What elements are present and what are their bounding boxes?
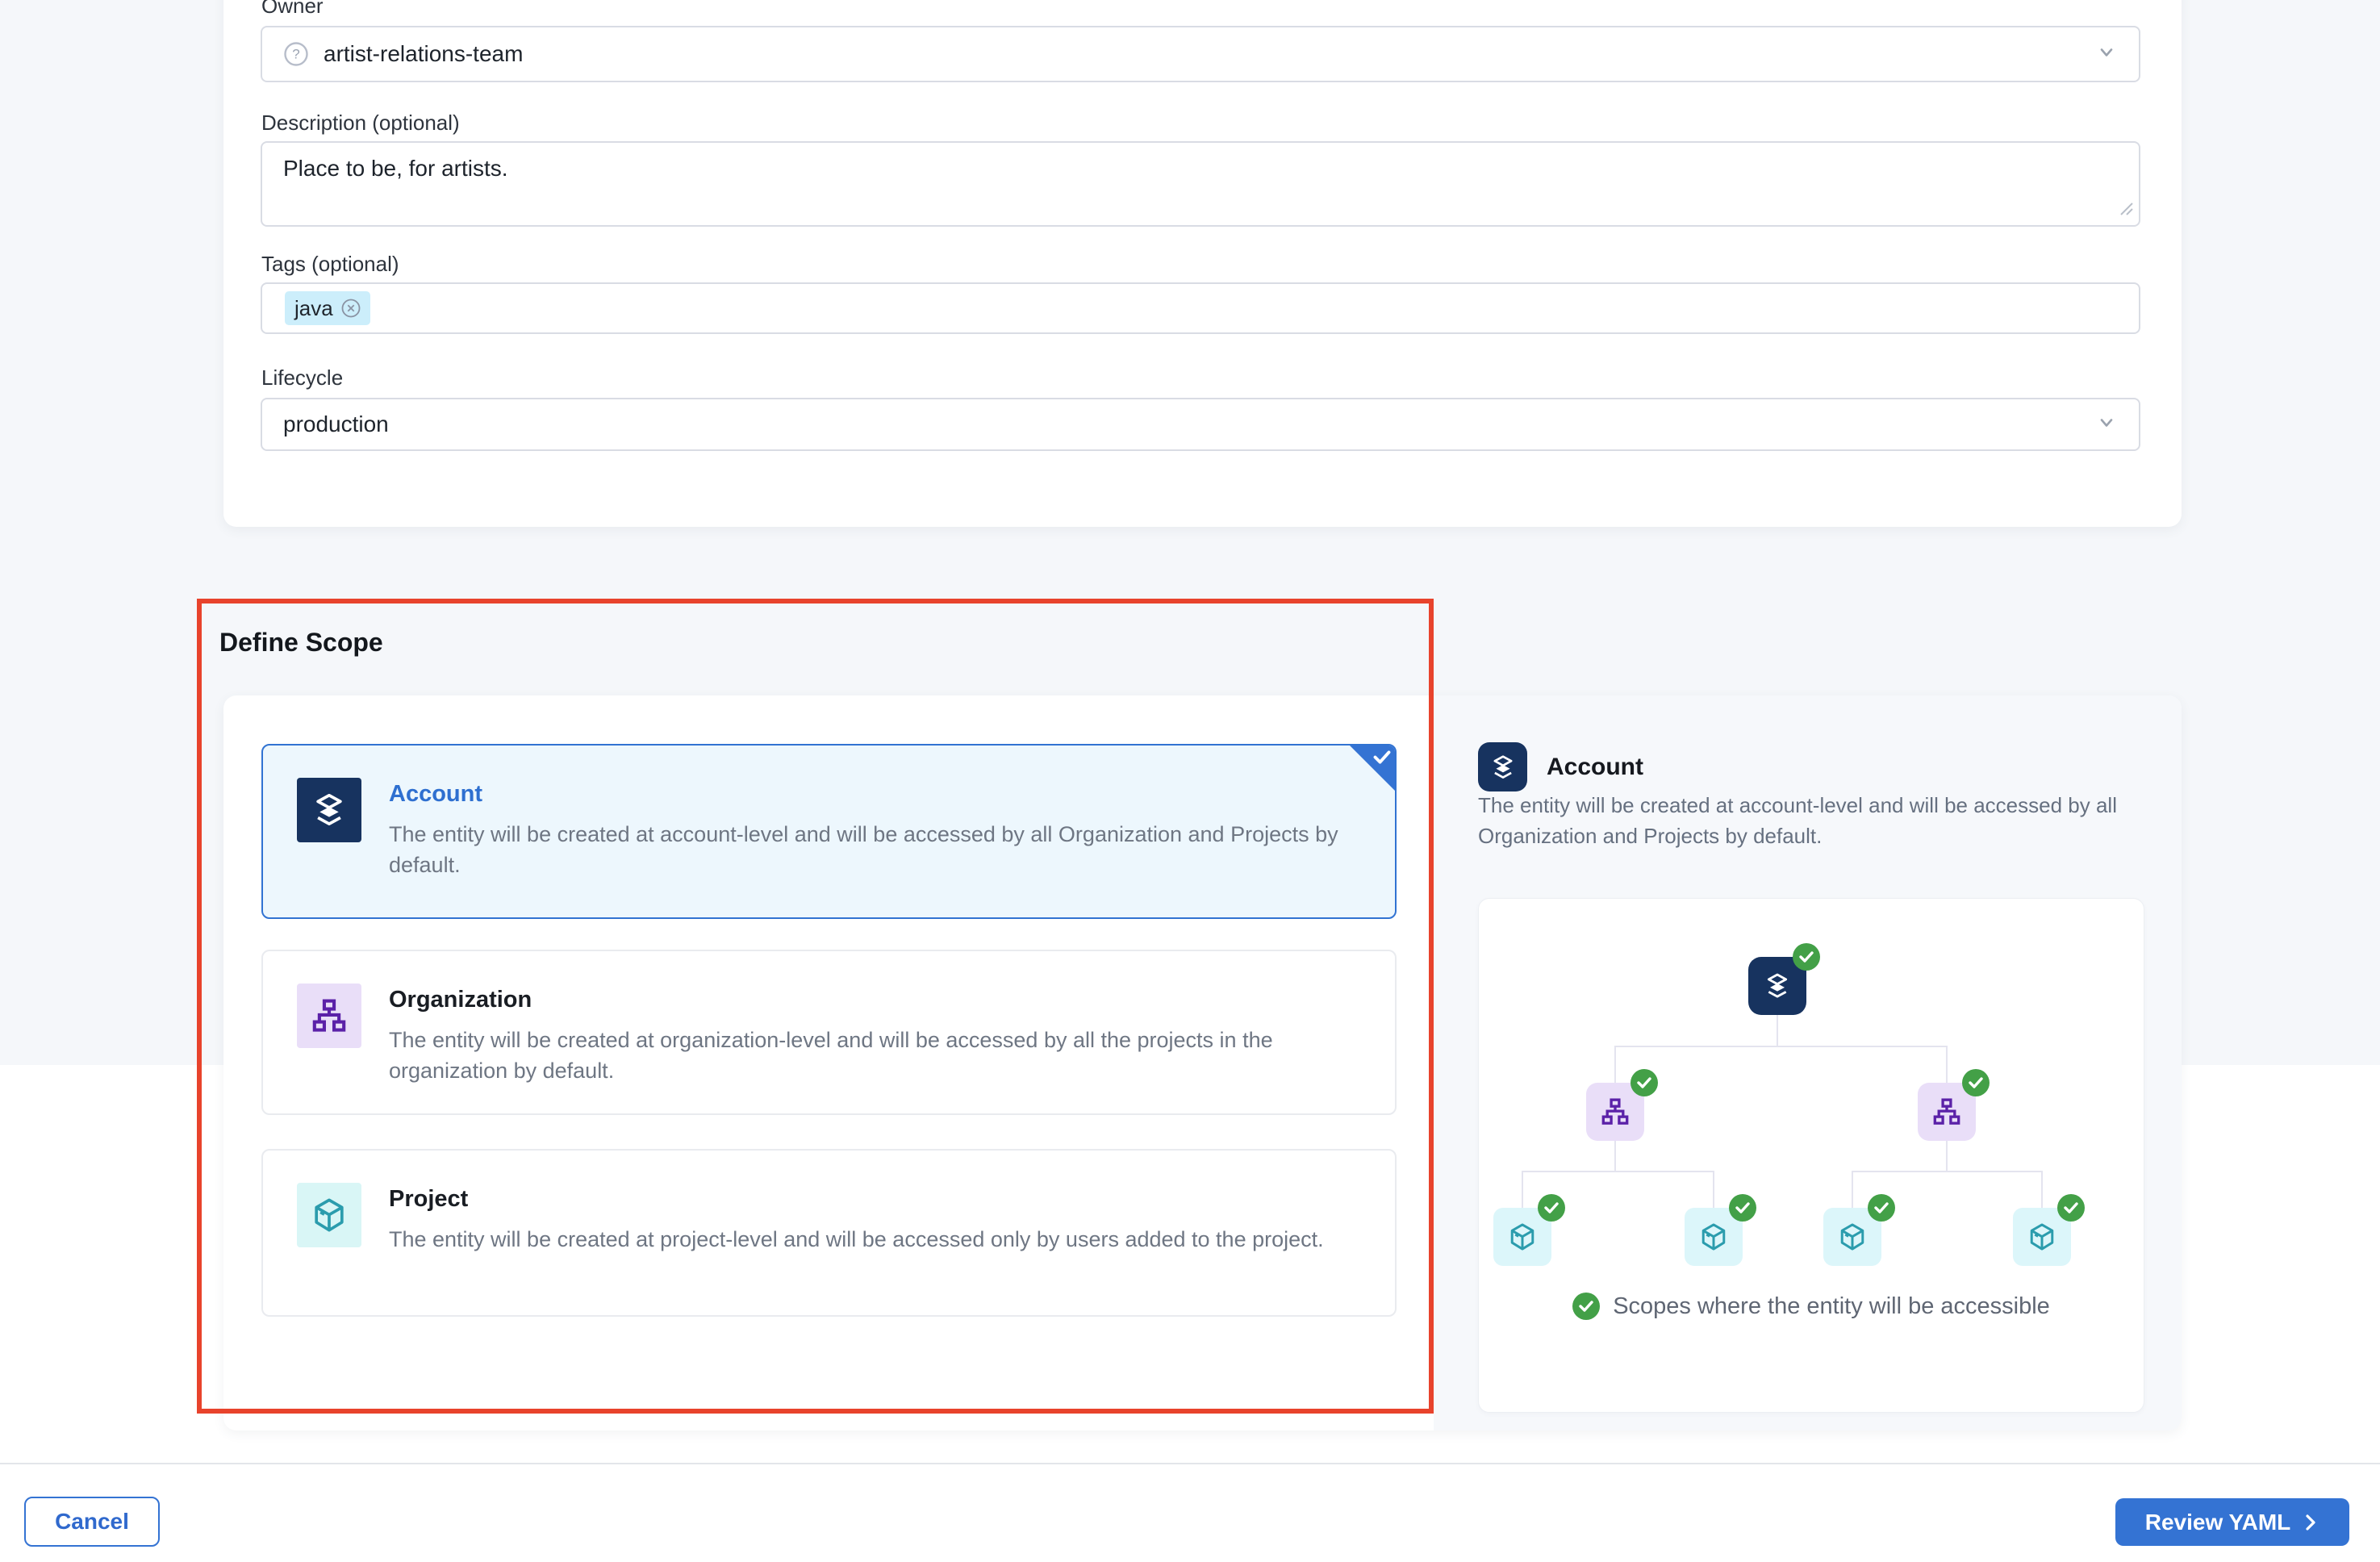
- preview-description: The entity will be created at account-le…: [1478, 791, 2172, 851]
- connector-line: [1852, 1171, 2042, 1172]
- connector-line: [2041, 1171, 2043, 1208]
- check-badge-icon: [1729, 1194, 1756, 1222]
- organization-node-1: [1586, 1083, 1644, 1141]
- cancel-label: Cancel: [55, 1509, 129, 1535]
- check-badge-icon: [1868, 1194, 1895, 1222]
- legend-text: Scopes where the entity will be accessib…: [1613, 1293, 2050, 1320]
- connector-line: [1777, 1015, 1778, 1046]
- option-description: The entity will be created at organizati…: [389, 1025, 1341, 1087]
- resize-handle-icon[interactable]: [2118, 200, 2134, 220]
- chevron-right-icon: [2302, 1512, 2319, 1533]
- lifecycle-select[interactable]: production: [261, 398, 2140, 451]
- account-layers-icon: [1478, 742, 1527, 791]
- check-badge-icon: [1538, 1194, 1565, 1222]
- remove-tag-icon[interactable]: [340, 297, 362, 320]
- cancel-button[interactable]: Cancel: [24, 1497, 160, 1547]
- description-textarea[interactable]: Place to be, for artists.: [261, 141, 2140, 227]
- connector-line: [1946, 1141, 1948, 1171]
- option-description: The entity will be created at account-le…: [389, 819, 1341, 881]
- description-value: Place to be, for artists.: [283, 156, 508, 182]
- connector-line: [1852, 1171, 1853, 1208]
- connector-line: [1713, 1171, 1714, 1208]
- connector-line: [1522, 1171, 1523, 1208]
- review-yaml-button[interactable]: Review YAML: [2115, 1498, 2349, 1546]
- scope-option-organization[interactable]: Organization The entity will be created …: [261, 950, 1397, 1115]
- project-cube-icon: [297, 1183, 361, 1247]
- lifecycle-label: Lifecycle: [261, 365, 343, 390]
- check-badge-icon: [1572, 1293, 1600, 1320]
- connector-line: [1614, 1046, 1948, 1047]
- selected-check-ribbon: [1349, 745, 1396, 791]
- define-scope-heading: Define Scope: [219, 628, 383, 658]
- check-badge-icon: [1631, 1069, 1658, 1096]
- option-description: The entity will be created at project-le…: [389, 1224, 1324, 1255]
- scope-tree-diagram: Scopes where the entity will be accessib…: [1478, 898, 2144, 1413]
- define-scope-card: Account The entity will be created at ac…: [223, 695, 2182, 1430]
- connector-line: [1614, 1141, 1616, 1171]
- svg-text:?: ?: [292, 47, 299, 62]
- scope-option-project[interactable]: Project The entity will be created at pr…: [261, 1149, 1397, 1317]
- tag-label: java: [294, 296, 333, 321]
- owner-value: artist-relations-team: [324, 41, 523, 67]
- tag-chip: java: [285, 291, 370, 325]
- scope-preview-pane: Account The entity will be created at ac…: [1434, 695, 2182, 1430]
- connector-line: [1614, 1046, 1616, 1083]
- project-node-3: [1823, 1208, 1881, 1266]
- option-title: Account: [389, 781, 1341, 808]
- account-layers-icon: [297, 778, 361, 842]
- scope-option-account[interactable]: Account The entity will be created at ac…: [261, 744, 1397, 919]
- check-badge-icon: [2057, 1194, 2085, 1222]
- help-circle-icon: ?: [283, 41, 309, 67]
- owner-select[interactable]: ? artist-relations-team: [261, 26, 2140, 82]
- tree-legend: Scopes where the entity will be accessib…: [1479, 1293, 2144, 1320]
- project-node-4: [2013, 1208, 2071, 1266]
- organization-chart-icon: [297, 984, 361, 1048]
- review-yaml-label: Review YAML: [2145, 1510, 2291, 1535]
- project-node-2: [1685, 1208, 1743, 1266]
- description-label: Description (optional): [261, 111, 460, 136]
- option-title: Organization: [389, 987, 1341, 1013]
- preview-title: Account: [1547, 754, 1643, 781]
- owner-label: Owner: [261, 0, 324, 19]
- check-badge-icon: [1962, 1069, 1990, 1096]
- tags-input[interactable]: java: [261, 282, 2140, 334]
- entity-details-card: Owner ? artist-relations-team Descriptio…: [223, 0, 2182, 527]
- tags-label: Tags (optional): [261, 252, 399, 277]
- chevron-down-icon: [2095, 41, 2118, 68]
- option-title: Project: [389, 1186, 1324, 1213]
- connector-line: [1522, 1171, 1714, 1172]
- connector-line: [1946, 1046, 1948, 1083]
- account-node: [1748, 957, 1806, 1015]
- check-badge-icon: [1793, 943, 1820, 971]
- project-node-1: [1493, 1208, 1551, 1266]
- lifecycle-value: production: [283, 411, 389, 437]
- organization-node-2: [1918, 1083, 1976, 1141]
- footer-bar: Cancel Review YAML: [0, 1464, 2380, 1562]
- chevron-down-icon: [2095, 411, 2118, 438]
